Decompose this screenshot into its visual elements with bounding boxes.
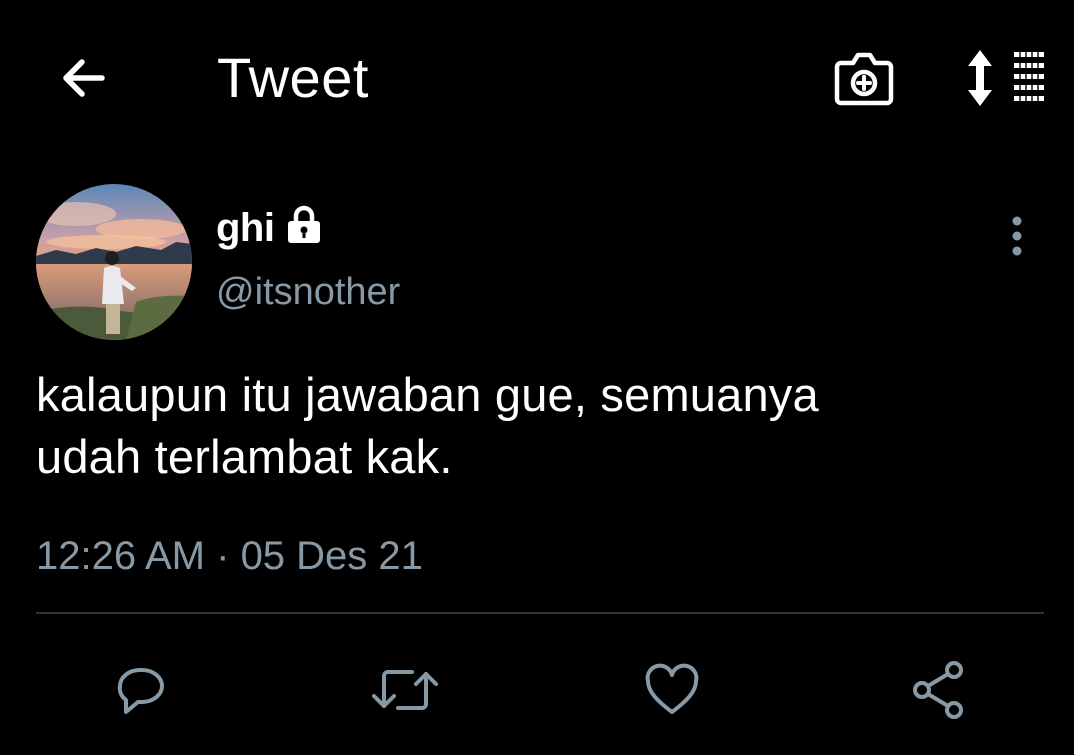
top-app-bar: Tweet bbox=[0, 0, 1074, 150]
tweet-time[interactable]: 12:26 AM bbox=[36, 534, 205, 578]
back-button[interactable] bbox=[52, 46, 116, 110]
tweet-text-line: kalaupun itu jawaban gue, semuanya bbox=[36, 368, 819, 421]
reply-icon bbox=[117, 668, 164, 714]
divider bbox=[36, 612, 1044, 614]
tweet-date[interactable]: 05 Des 21 bbox=[241, 534, 423, 578]
tweet-action-bar bbox=[0, 640, 1074, 740]
meta-separator: · bbox=[205, 534, 241, 578]
arrow-left-icon bbox=[63, 59, 105, 97]
tweet-timestamp: 12:26 AM · 05 Des 21 bbox=[36, 530, 423, 582]
reply-button[interactable] bbox=[100, 650, 180, 730]
tweet-detail-screen: Tweet ghi @itsnother kalaupun itu jawaba… bbox=[0, 0, 1074, 755]
sort-replies-button[interactable] bbox=[966, 42, 1050, 114]
like-button[interactable] bbox=[632, 650, 712, 730]
page-title: Tweet bbox=[217, 46, 369, 109]
share-button[interactable] bbox=[900, 650, 980, 730]
camera-plus-icon bbox=[834, 52, 894, 106]
more-options-button[interactable] bbox=[996, 210, 1038, 262]
avatar-photo bbox=[36, 184, 192, 340]
tweet-text-line: udah terlambat kak. bbox=[36, 430, 453, 483]
retweet-icon bbox=[372, 670, 438, 710]
avatar[interactable] bbox=[36, 184, 192, 340]
heart-icon bbox=[645, 663, 699, 714]
author-display-name[interactable]: ghi bbox=[216, 204, 275, 252]
add-media-button[interactable] bbox=[828, 42, 900, 114]
more-vertical-icon bbox=[1012, 216, 1022, 256]
share-icon bbox=[913, 661, 963, 719]
author-handle[interactable]: @itsnother bbox=[216, 268, 400, 316]
retweet-button[interactable] bbox=[365, 650, 445, 730]
sort-list-icon bbox=[968, 50, 1044, 106]
tweet-text: kalaupun itu jawaban gue, semuanya udah … bbox=[36, 364, 1036, 488]
lock-icon bbox=[288, 205, 320, 243]
